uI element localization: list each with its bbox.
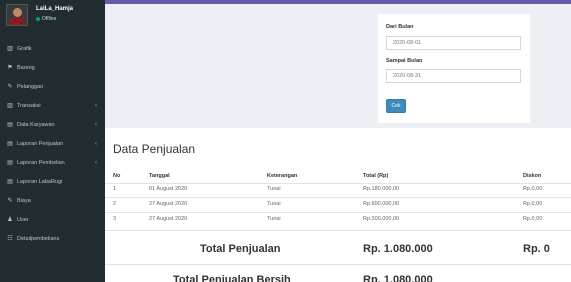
sidebar-item-biaya[interactable]: ✎ Biaya — [0, 192, 105, 209]
bar-chart-icon: ▥ — [7, 46, 13, 52]
total-discount-value: Rp. 0 — [523, 243, 550, 255]
book-icon: ▤ — [7, 179, 13, 185]
sidebar-item-label: Laporan LabaRugi — [17, 178, 63, 185]
user-icon: ♟ — [7, 217, 13, 223]
sidebar-item-barang[interactable]: ⚑ Barang — [0, 59, 105, 76]
col-header-no: No — [113, 173, 121, 179]
cell-description: Tunai — [267, 201, 281, 207]
sidebar-item-label: Barang — [17, 64, 35, 71]
cell-total: Rp.300.000,00 — [363, 216, 400, 222]
from-month-label: Dari Bulan — [386, 24, 414, 30]
sidebar-item-laporan-penjualan[interactable]: ▤ Laporan Penjualan ‹ — [0, 135, 105, 152]
from-month-input[interactable] — [386, 36, 521, 50]
chevron-left-icon: ‹ — [95, 121, 97, 128]
cell-no: 1 — [113, 186, 117, 192]
sidebar-item-laporan-labarugi[interactable]: ▤ Laporan LabaRugi — [0, 173, 105, 190]
avatar — [6, 4, 28, 26]
sidebar-item-label: Detailpembelians — [17, 235, 60, 242]
sidebar-item-label: Data Karyawan — [17, 121, 55, 128]
cell-date: 27 August 2020 — [149, 216, 188, 222]
user-status-text: Offline — [42, 16, 57, 22]
sidebar-item-label: Biaya — [17, 197, 31, 204]
edit-icon: ✎ — [7, 198, 13, 204]
sidebar-item-detailpembelians[interactable]: ☷ Detailpembelians — [0, 230, 105, 247]
book-icon: ▤ — [7, 141, 13, 147]
net-sales-value: Rp. 1.080.000 — [363, 274, 433, 282]
filter-form: Dari Bulan Sampai Bulan Cek — [378, 14, 530, 123]
cell-no: 2 — [113, 201, 117, 207]
to-month-label: Sampai Bulan — [386, 58, 423, 64]
book-icon: ▤ — [7, 160, 13, 166]
list-icon: ☷ — [7, 236, 13, 242]
cell-date: 01 August 2020 — [149, 186, 188, 192]
sidebar-item-label: Transaksi — [17, 102, 41, 109]
cell-discount: Rp.0,00 — [523, 216, 543, 222]
sidebar-item-label: Laporan Pembelian — [17, 159, 65, 166]
sidebar: LaiLa_Hamja Offline ▥ Grafik ⚑ Barang ✎ Pelan… — [0, 0, 105, 282]
chevron-left-icon: ‹ — [95, 159, 97, 166]
sidebar-item-label: Pelanggan — [17, 83, 44, 90]
sidebar-item-label: Laporan Penjualan — [17, 140, 64, 147]
sidebar-item-pelanggan[interactable]: ✎ Pelanggan — [0, 78, 105, 95]
filter-area: Dari Bulan Sampai Bulan Cek — [105, 4, 571, 128]
user-name: LaiLa_Hamja — [36, 6, 74, 12]
sidebar-item-label: User — [17, 216, 29, 223]
book-icon: ▤ — [7, 122, 13, 128]
user-status: Offline — [36, 16, 56, 22]
col-header-date: Tanggal — [149, 173, 170, 179]
total-sales-value: Rp. 1.080.000 — [363, 243, 433, 255]
table-divider — [105, 183, 571, 184]
row-divider — [105, 197, 571, 198]
user-panel: LaiLa_Hamja Offline — [0, 0, 105, 30]
report-title: Data Penjualan — [113, 142, 196, 156]
sidebar-item-data-karyawan[interactable]: ▤ Data Karyawan ‹ — [0, 116, 105, 133]
sidebar-item-user[interactable]: ♟ User — [0, 211, 105, 228]
col-header-total: Total (Rp) — [363, 173, 389, 179]
to-month-input[interactable] — [386, 69, 521, 83]
col-header-description: Keterangan — [267, 173, 298, 179]
table-divider — [105, 264, 571, 265]
cell-date: 27 August 2020 — [149, 201, 188, 207]
cell-total: Rp.600.000,00 — [363, 201, 400, 207]
sidebar-item-label: Grafik — [17, 45, 32, 52]
col-header-discount: Diskon — [523, 173, 542, 179]
cell-description: Tunai — [267, 186, 281, 192]
status-dot-icon — [36, 16, 40, 21]
chevron-left-icon: ‹ — [95, 140, 97, 147]
table-divider — [105, 230, 571, 231]
edit-icon: ✎ — [7, 84, 13, 90]
cell-discount: Rp.0,00 — [523, 201, 543, 207]
check-button[interactable]: Cek — [386, 99, 406, 113]
total-sales-label: Total Penjualan — [200, 243, 281, 255]
cell-no: 3 — [113, 216, 117, 222]
sidebar-item-grafik[interactable]: ▥ Grafik — [0, 40, 105, 57]
tag-icon: ⚑ — [7, 65, 13, 71]
bar-chart-icon: ▥ — [7, 103, 13, 109]
sidebar-item-transaksi[interactable]: ▥ Transaksi ‹ — [0, 97, 105, 114]
cell-discount: Rp.0,00 — [523, 186, 543, 192]
sidebar-item-laporan-pembelian[interactable]: ▤ Laporan Pembelian ‹ — [0, 154, 105, 171]
net-sales-label: Total Penjualan Bersih — [173, 274, 291, 282]
row-divider — [105, 212, 571, 213]
chevron-left-icon: ‹ — [95, 102, 97, 109]
cell-total: Rp.180.000,00 — [363, 186, 400, 192]
cell-description: Tunai — [267, 216, 281, 222]
sales-report: Data Penjualan No Tanggal Keterangan Tot… — [105, 128, 571, 282]
